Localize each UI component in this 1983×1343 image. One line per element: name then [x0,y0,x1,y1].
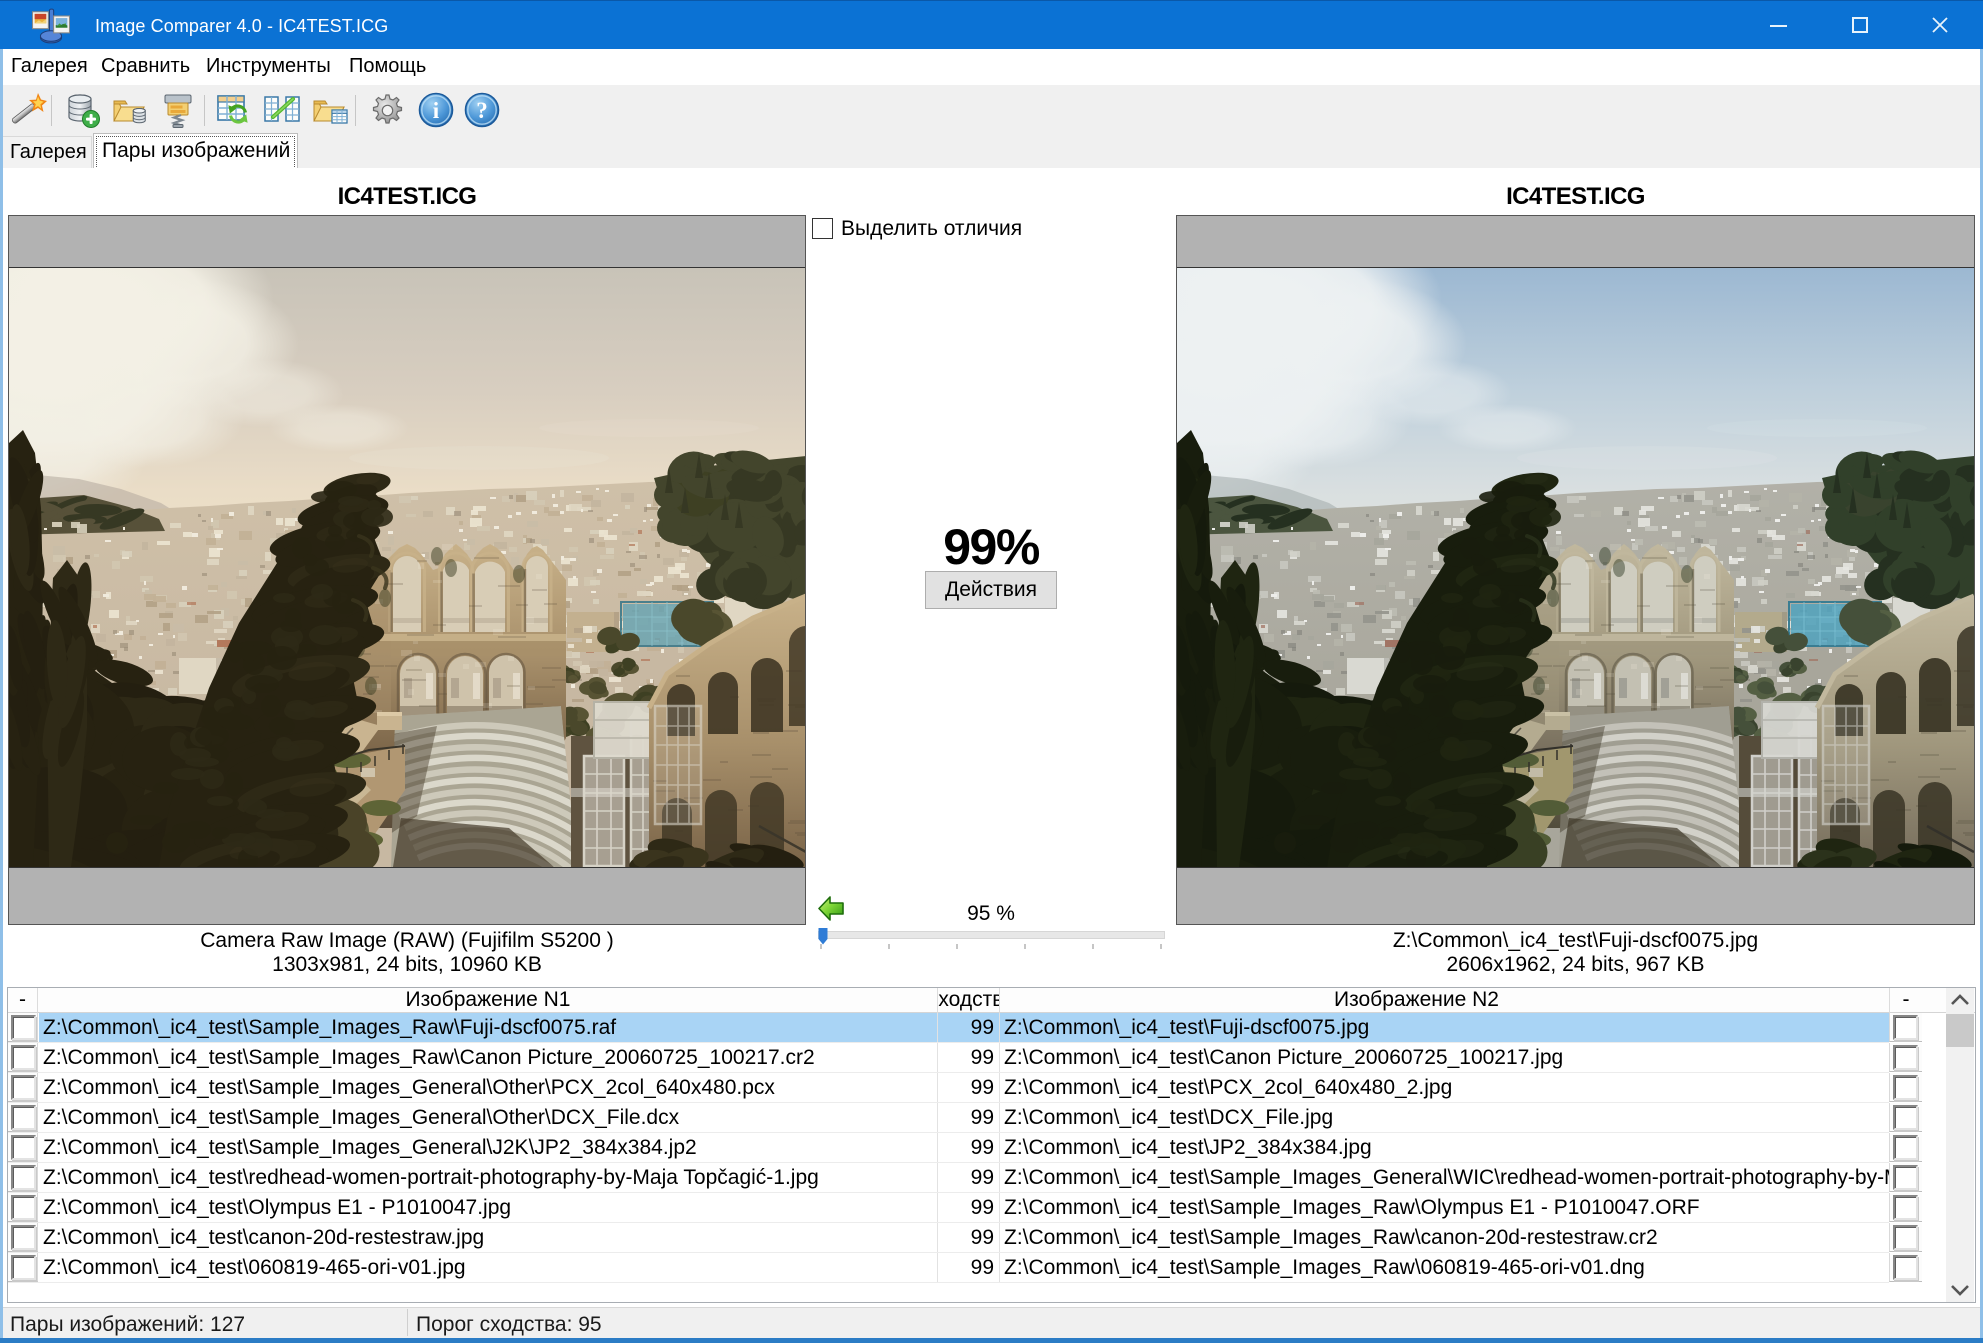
svg-text:i: i [433,98,440,123]
svg-text:?: ? [476,98,488,123]
